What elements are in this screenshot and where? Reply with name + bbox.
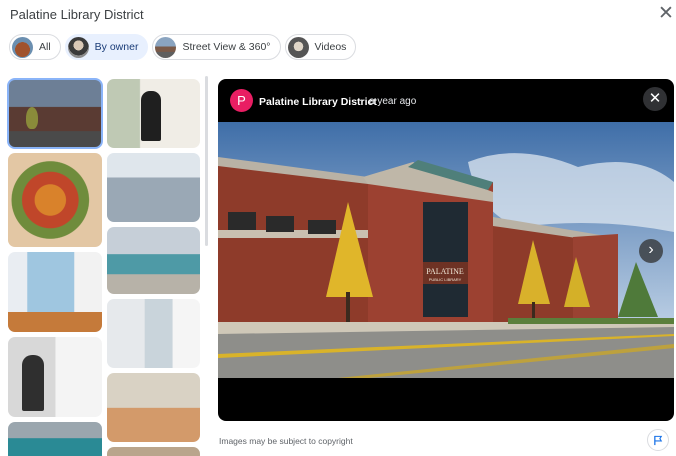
owner-avatar[interactable]: P (230, 89, 253, 112)
grid-scrollbar[interactable] (205, 76, 208, 246)
grid-tile-children-area[interactable] (107, 227, 200, 294)
flag-icon (653, 435, 662, 445)
grid-tile-glass-partitions[interactable] (107, 299, 200, 368)
photo-age: a year ago (369, 96, 417, 107)
window-2 (266, 216, 294, 232)
filter-thumb-all (12, 36, 33, 58)
grid-tile-study-room[interactable] (107, 153, 200, 222)
building-sign: PALATINE (426, 267, 464, 276)
grid-tile-bulletin-board[interactable] (8, 252, 102, 332)
copyright-note: Images may be subject to copyright (219, 436, 353, 446)
tile-person-shape-2 (141, 91, 161, 141)
entrance-glass (423, 202, 468, 317)
grid-tile-staff-holding-art[interactable] (107, 373, 200, 442)
grid-tile-partial[interactable] (107, 447, 200, 456)
meta-separator: · (359, 95, 363, 106)
filter-chip-street-view[interactable]: Street View & 360° (152, 34, 281, 60)
close-viewer-icon[interactable]: ✕ (643, 87, 667, 111)
main-photo: PALATINE PUBLIC LIBRARY (218, 122, 674, 378)
filter-label-all: All (39, 41, 51, 53)
yellow-tree-1-trunk (346, 292, 350, 327)
building-sign-sub: PUBLIC LIBRARY (429, 277, 462, 282)
window-1 (228, 212, 256, 230)
chevron-right-icon[interactable]: › (639, 239, 663, 263)
filter-label-videos: Videos (314, 41, 347, 53)
yellow-tree-2-trunk (532, 302, 535, 320)
tile-tree-shape (26, 107, 38, 129)
tile-desk-shape (8, 312, 102, 332)
page-title: Palatine Library District (10, 7, 144, 22)
close-icon[interactable]: ✕ (656, 4, 676, 24)
filter-label-by-owner: By owner (94, 41, 139, 53)
filter-chip-videos[interactable]: Videos (284, 34, 357, 60)
report-flag-button[interactable] (647, 429, 669, 451)
filter-thumb-street-view (155, 36, 177, 58)
window-3 (308, 220, 336, 234)
grid-tile-person-library[interactable] (107, 79, 200, 148)
grass-strip (508, 318, 674, 324)
grid-tile-community-screen[interactable] (8, 422, 102, 456)
filter-chip-all[interactable]: All (9, 34, 61, 60)
photo-grid (0, 76, 210, 456)
filter-label-street-view: Street View & 360° (182, 41, 271, 53)
filter-thumb-videos (287, 36, 309, 58)
grid-tile-autumn-display[interactable] (8, 153, 102, 247)
grid-tile-library-exterior[interactable] (7, 78, 103, 149)
photo-viewer: P Palatine Library District · a year ago… (218, 79, 674, 421)
grid-tile-staff-whiteboard[interactable] (8, 337, 102, 417)
tile-person-shape (22, 355, 44, 411)
filter-chip-by-owner[interactable]: By owner (64, 34, 149, 60)
filter-chips: All By owner Street View & 360° Videos (9, 34, 357, 60)
filter-thumb-by-owner (67, 36, 89, 58)
